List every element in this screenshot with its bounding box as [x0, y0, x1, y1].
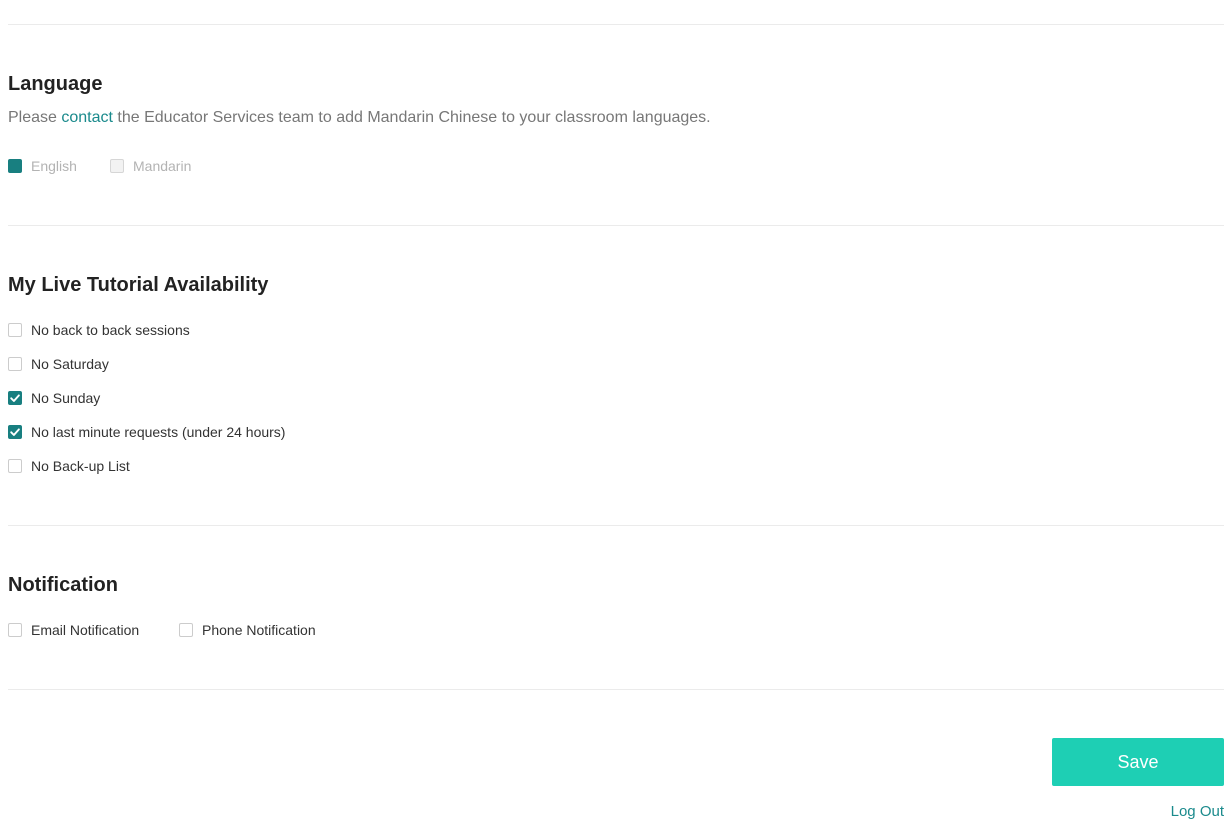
description-text-before: Please	[8, 109, 62, 126]
description-text-after: the Educator Services team to add Mandar…	[112, 109, 711, 126]
phone-notification-checkbox[interactable]: Phone Notification	[179, 620, 316, 640]
divider	[8, 525, 1224, 526]
checkbox-empty-icon	[8, 357, 22, 371]
checkbox-empty-icon	[8, 623, 22, 637]
phone-notification-label: Phone Notification	[202, 622, 316, 638]
email-notification-label: Email Notification	[31, 622, 140, 638]
checkbox-empty-icon	[8, 323, 22, 337]
mandarin-checkbox[interactable]: Mandarin	[110, 156, 191, 176]
contact-link[interactable]: contact	[61, 109, 113, 126]
language-description: Please contact the Educator Services tea…	[8, 108, 711, 128]
english-label: English	[31, 158, 77, 174]
email-notification-checkbox[interactable]: Email Notification	[8, 620, 139, 640]
save-button[interactable]: Save	[1052, 738, 1224, 786]
no-saturday-label: No Saturday	[31, 356, 109, 372]
availability-section-title: My Live Tutorial Availability	[8, 274, 269, 296]
checkbox-empty-icon	[179, 623, 193, 637]
checkbox-checked-icon	[8, 159, 22, 173]
no-last-minute-checkbox[interactable]: No last minute requests (under 24 hours)	[8, 422, 285, 442]
no-back-to-back-checkbox[interactable]: No back to back sessions	[8, 320, 190, 340]
no-sunday-label: No Sunday	[31, 390, 101, 406]
checkbox-empty-icon	[8, 459, 22, 473]
mandarin-label: Mandarin	[133, 158, 192, 174]
no-saturday-checkbox[interactable]: No Saturday	[8, 354, 109, 374]
no-backup-list-checkbox[interactable]: No Back-up List	[8, 456, 130, 476]
divider	[8, 225, 1224, 226]
checkmark-icon	[8, 425, 22, 439]
language-section-title: Language	[8, 73, 103, 95]
no-back-to-back-label: No back to back sessions	[31, 322, 190, 338]
divider	[8, 689, 1224, 690]
no-last-minute-label: No last minute requests (under 24 hours)	[31, 424, 286, 440]
checkmark-icon	[8, 391, 22, 405]
settings-page: Language Please contact the Educator Ser…	[0, 0, 1230, 830]
divider	[8, 24, 1224, 25]
notification-section-title: Notification	[8, 574, 118, 596]
no-sunday-checkbox[interactable]: No Sunday	[8, 388, 100, 408]
logout-link[interactable]: Log Out	[1171, 802, 1224, 822]
no-backup-list-label: No Back-up List	[31, 458, 130, 474]
checkbox-empty-icon	[110, 159, 124, 173]
english-checkbox[interactable]: English	[8, 156, 77, 176]
